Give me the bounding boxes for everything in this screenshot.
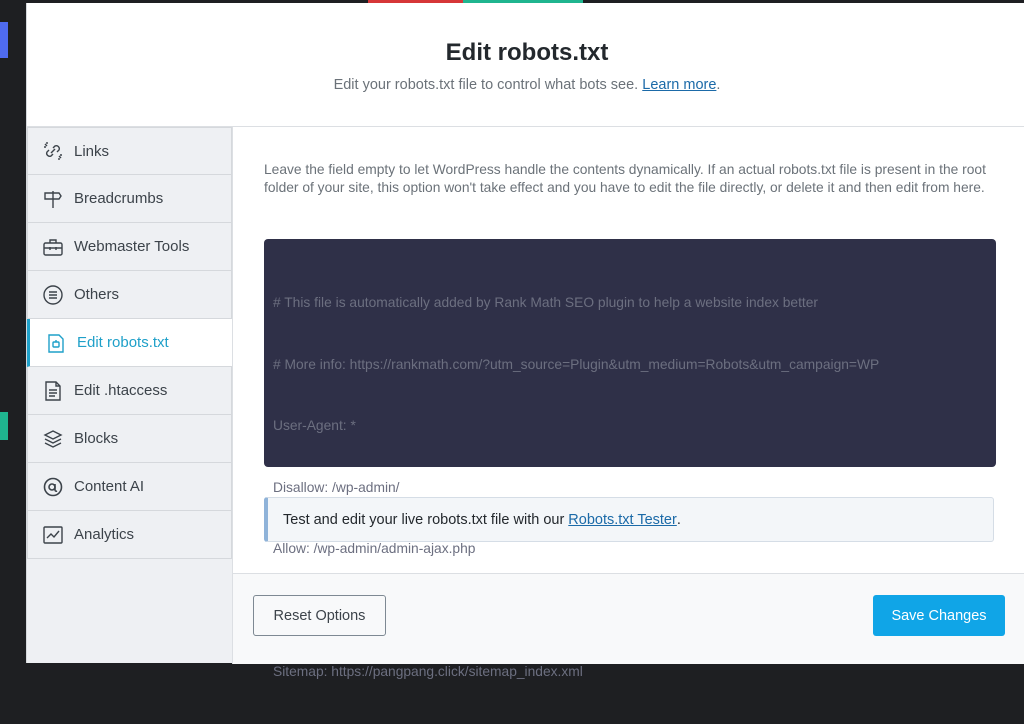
left-edge-accent-teal: [0, 412, 8, 440]
sidebar-item-label: Blocks: [74, 430, 119, 447]
sidebar-item-label: Webmaster Tools: [74, 238, 190, 255]
page-title: Edit robots.txt: [445, 39, 609, 66]
editor-line: Allow: /wp-admin/admin-ajax.php: [273, 541, 476, 556]
page-subtitle: Edit your robots.txt file to control wha…: [27, 77, 1024, 93]
sidebar-item-content-ai[interactable]: Content AI: [27, 463, 232, 511]
editor-line: # This file is automatically added by Ra…: [273, 295, 819, 310]
editor-line: # More info: https://rankmath.com/?utm_s…: [273, 356, 880, 372]
subtitle-period: .: [716, 77, 721, 93]
learn-more-link[interactable]: Learn more: [642, 77, 716, 93]
notice-period: .: [676, 511, 681, 528]
blocks-icon: [42, 428, 64, 450]
document-icon: [42, 380, 64, 402]
notice-text: Test and edit your live robots.txt file …: [283, 511, 565, 528]
sidebar-item-label: Others: [74, 286, 120, 303]
robots-tester-link[interactable]: Robots.txt Tester: [568, 512, 677, 528]
reset-options-button[interactable]: Reset Options: [253, 595, 386, 636]
settings-panel: Edit robots.txt Edit your robots.txt fil…: [26, 3, 1024, 679]
panel-header: Edit robots.txt Edit your robots.txt fil…: [27, 3, 1024, 127]
save-changes-button[interactable]: Save Changes: [873, 595, 1005, 636]
robots-description: Leave the field empty to let WordPress h…: [264, 162, 986, 195]
sidebar-item-breadcrumbs[interactable]: Breadcrumbs: [27, 175, 232, 223]
settings-sidebar: Links Breadcrumbs Webmaster Tools Others…: [27, 127, 233, 559]
editor-line: Disallow: /wp-admin/: [273, 479, 400, 495]
analytics-icon: [42, 524, 64, 546]
content-ai-icon: [42, 476, 64, 498]
signpost-icon: [42, 188, 64, 210]
sidebar-item-label: Edit robots.txt: [77, 334, 169, 351]
robots-txt-editor[interactable]: # This file is automatically added by Ra…: [264, 239, 996, 679]
sidebar-item-links[interactable]: Links: [27, 127, 232, 175]
sidebar-item-label: Analytics: [74, 526, 135, 543]
sidebar-item-webmaster-tools[interactable]: Webmaster Tools: [27, 223, 232, 271]
left-edge-accent: [0, 22, 8, 58]
sidebar-item-analytics[interactable]: Analytics: [27, 511, 232, 559]
sidebar-item-blocks[interactable]: Blocks: [27, 415, 232, 463]
editor-line: User-Agent: *: [273, 418, 356, 433]
sidebar-item-others[interactable]: Others: [27, 271, 232, 319]
toolbox-icon: [42, 236, 64, 258]
robot-file-icon: [45, 332, 67, 354]
panel-footer: Reset Options Save Changes: [232, 573, 1024, 664]
sidebar-item-edit-robots[interactable]: Edit robots.txt: [27, 319, 233, 367]
sidebar-item-label: Content AI: [74, 478, 145, 495]
sidebar-item-label: Breadcrumbs: [74, 190, 164, 207]
editor-line: Sitemap: https://pangpang.click/sitemap_…: [273, 664, 583, 679]
subtitle-text: Edit your robots.txt file to control wha…: [333, 77, 639, 93]
robots-content-area: Leave the field empty to let WordPress h…: [232, 127, 1024, 679]
sidebar-item-edit-htaccess[interactable]: Edit .htaccess: [27, 367, 232, 415]
robots-tester-notice: Test and edit your live robots.txt file …: [264, 497, 994, 542]
sidebar-item-label: Edit .htaccess: [74, 382, 168, 399]
links-icon: [42, 140, 64, 162]
list-circle-icon: [42, 284, 64, 306]
sidebar-item-label: Links: [74, 142, 110, 160]
